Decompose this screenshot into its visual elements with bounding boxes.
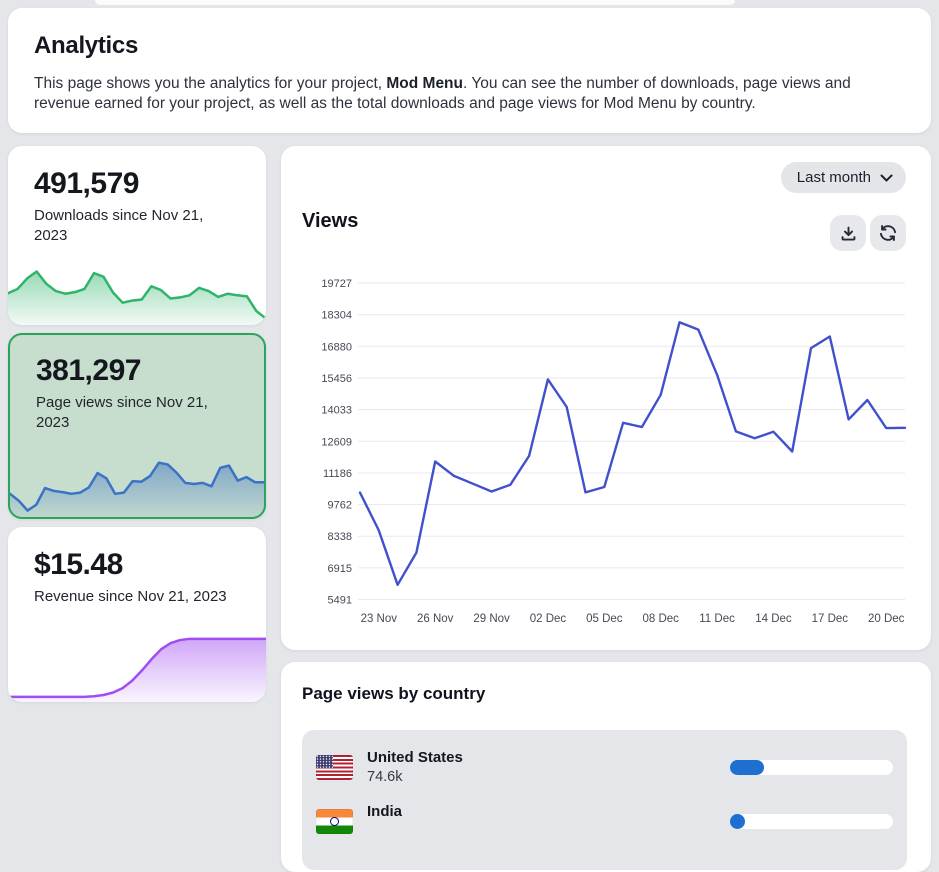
svg-text:11186: 11186 [323,468,352,480]
analytics-header-card: Analytics This page shows you the analyt… [8,8,931,133]
page-views-count: 381,297 [36,354,238,388]
page-views-sparkline [10,445,264,517]
page-views-stat-card-selected[interactable]: 381,297 Page views since Nov 21, 2023 [8,333,266,519]
chart-toolbar [830,215,906,251]
views-line-chart-svg: 5491 6915 8338 9762 11186 12609 14033 15456 1688… [297,258,917,640]
revenue-amount: $15.48 [34,548,240,582]
download-icon [839,224,858,243]
svg-text:9762: 9762 [328,500,352,512]
svg-text:17 Dec: 17 Dec [812,613,849,625]
svg-text:29 Nov: 29 Nov [473,613,510,625]
country-page-views [367,823,402,840]
revenue-label: Revenue since Nov 21, 2023 [34,587,239,607]
country-progress-fill [730,814,745,829]
svg-text:14 Dec: 14 Dec [755,613,792,625]
svg-text:16880: 16880 [321,341,352,353]
date-range-dropdown[interactable]: Last month [781,162,906,193]
page-views-by-country-panel: Page views by country United States 74.6… [281,662,931,872]
chart-title: Views [302,210,358,233]
revenue-stat-card[interactable]: $15.48 Revenue since Nov 21, 2023 [8,527,266,702]
svg-text:6915: 6915 [328,563,352,575]
cutoff-card-edge [95,0,735,5]
country-progress-track [730,760,893,775]
country-name: United States [367,749,463,766]
country-page-views: 74.6k [367,769,463,786]
project-name: Mod Menu [386,75,463,92]
country-progress-fill [730,760,764,775]
svg-text:20 Dec: 20 Dec [868,613,905,625]
svg-text:18304: 18304 [321,310,352,322]
svg-text:11 Dec: 11 Dec [699,613,735,625]
page-views-label: Page views since Nov 21, 2023 [36,393,240,433]
india-flag-icon [316,809,353,834]
svg-text:12609: 12609 [321,436,352,448]
svg-text:15456: 15456 [321,373,352,385]
views-line-chart: 5491 6915 8338 9762 11186 12609 14033 15456 1688… [297,258,917,640]
chevron-down-icon [880,174,893,182]
svg-text:8338: 8338 [328,531,352,543]
country-row-united-states: United States 74.6k [316,743,893,791]
us-flag-icon [316,755,353,780]
country-name: India [367,803,402,820]
country-section-title: Page views by country [302,684,485,704]
downloads-count: 491,579 [34,167,240,201]
country-list: United States 74.6k India [302,730,907,870]
svg-text:05 Dec: 05 Dec [586,613,623,625]
downloads-sparkline [8,259,266,325]
page-description: This page shows you the analytics for yo… [34,74,905,113]
refresh-icon [878,223,898,243]
page-title: Analytics [34,32,905,60]
page-description-before: This page shows you the analytics for yo… [34,75,386,92]
download-csv-button[interactable] [830,215,866,251]
svg-text:5491: 5491 [328,595,352,607]
country-row-india: India [316,797,893,845]
date-range-label: Last month [797,169,871,186]
svg-text:19727: 19727 [321,278,352,290]
country-progress-track [730,814,893,829]
svg-text:23 Nov: 23 Nov [361,613,398,625]
refresh-button[interactable] [870,215,906,251]
downloads-stat-card[interactable]: 491,579 Downloads since Nov 21, 2023 [8,146,266,325]
svg-text:08 Dec: 08 Dec [642,613,679,625]
views-chart-panel: Last month Views 5491 6915 8338 9762 11186 12… [281,146,931,650]
svg-text:14033: 14033 [321,405,352,417]
downloads-label: Downloads since Nov 21, 2023 [34,206,239,246]
svg-text:26 Nov: 26 Nov [417,613,454,625]
svg-text:02 Dec: 02 Dec [530,613,567,625]
revenue-sparkline [8,624,266,702]
